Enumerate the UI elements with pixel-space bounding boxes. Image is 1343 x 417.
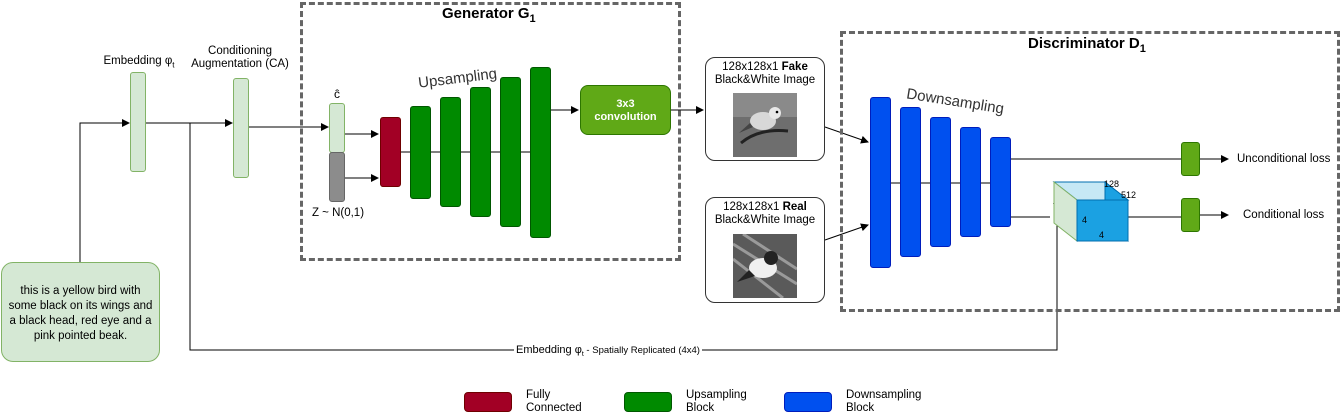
legend-label-downsampling: Downsampling Block bbox=[846, 389, 922, 414]
c-hat-block bbox=[329, 103, 345, 153]
legend-label-upsampling: Upsampling Block bbox=[686, 389, 747, 414]
ca-block bbox=[233, 78, 249, 178]
generator-title: Generator G1 bbox=[442, 5, 536, 25]
embedding-label: Embedding φt bbox=[103, 55, 175, 70]
upsampling-block bbox=[410, 106, 431, 199]
ca-label: Conditioning Augmentation (CA) bbox=[191, 45, 289, 70]
fully-connected-block bbox=[380, 117, 401, 187]
legend-swatch-downsampling bbox=[784, 392, 832, 412]
noise-block bbox=[329, 152, 345, 202]
cube-top-label: 128 bbox=[1104, 179, 1120, 189]
text-line: pink pointed beak. bbox=[33, 330, 128, 342]
legend-label-fully-connected: Fully Connected bbox=[526, 389, 582, 414]
upsampling-block bbox=[440, 97, 461, 207]
discriminator-title: Discriminator D1 bbox=[1028, 35, 1146, 55]
unconditional-loss-label: Unconditional loss bbox=[1237, 153, 1331, 165]
upsampling-block bbox=[530, 67, 551, 238]
fake-bird-image bbox=[733, 93, 797, 157]
real-bird-image bbox=[733, 234, 797, 298]
legend-swatch-upsampling bbox=[624, 392, 672, 412]
replicated-embedding-label: Embedding φt - Spatially Replicated (4x4… bbox=[514, 344, 702, 362]
text-line: a black head, red eye and a bbox=[9, 315, 152, 327]
c-hat-label: ĉ bbox=[334, 87, 340, 101]
downsampling-block bbox=[900, 107, 921, 257]
downsampling-block bbox=[930, 117, 951, 247]
downsampling-block bbox=[990, 137, 1011, 227]
fake-image-label: 128x128x1 Fake Black&White Image bbox=[714, 61, 816, 86]
noise-label: Z ~ N(0,1) bbox=[311, 207, 365, 219]
upsampling-block bbox=[470, 87, 491, 217]
downsampling-block bbox=[960, 127, 981, 237]
text-to-embedding-line bbox=[79, 119, 130, 262]
downsampling-block bbox=[870, 97, 891, 268]
conditional-loss-label: Conditional loss bbox=[1243, 209, 1325, 221]
cube-right-label: 512 bbox=[1121, 190, 1137, 200]
conditional-output-block bbox=[1181, 198, 1200, 232]
conv-label: 3x3 convolution bbox=[594, 98, 657, 123]
upsampling-block bbox=[500, 77, 521, 227]
cube-bottom-label: 4 bbox=[1099, 230, 1105, 240]
text-line: this is a yellow bird with bbox=[20, 285, 141, 297]
embedding-block bbox=[130, 72, 146, 172]
real-image-label: 128x128x1 Real Black&White Image bbox=[714, 201, 816, 226]
unconditional-output-block bbox=[1181, 142, 1200, 176]
legend-swatch-fully-connected bbox=[464, 392, 512, 412]
text-input-lines: this is a yellow bird with some black on… bbox=[1, 284, 160, 344]
cube-left-label: 4 bbox=[1082, 215, 1088, 225]
text-line: some black on its wings and bbox=[8, 300, 153, 312]
